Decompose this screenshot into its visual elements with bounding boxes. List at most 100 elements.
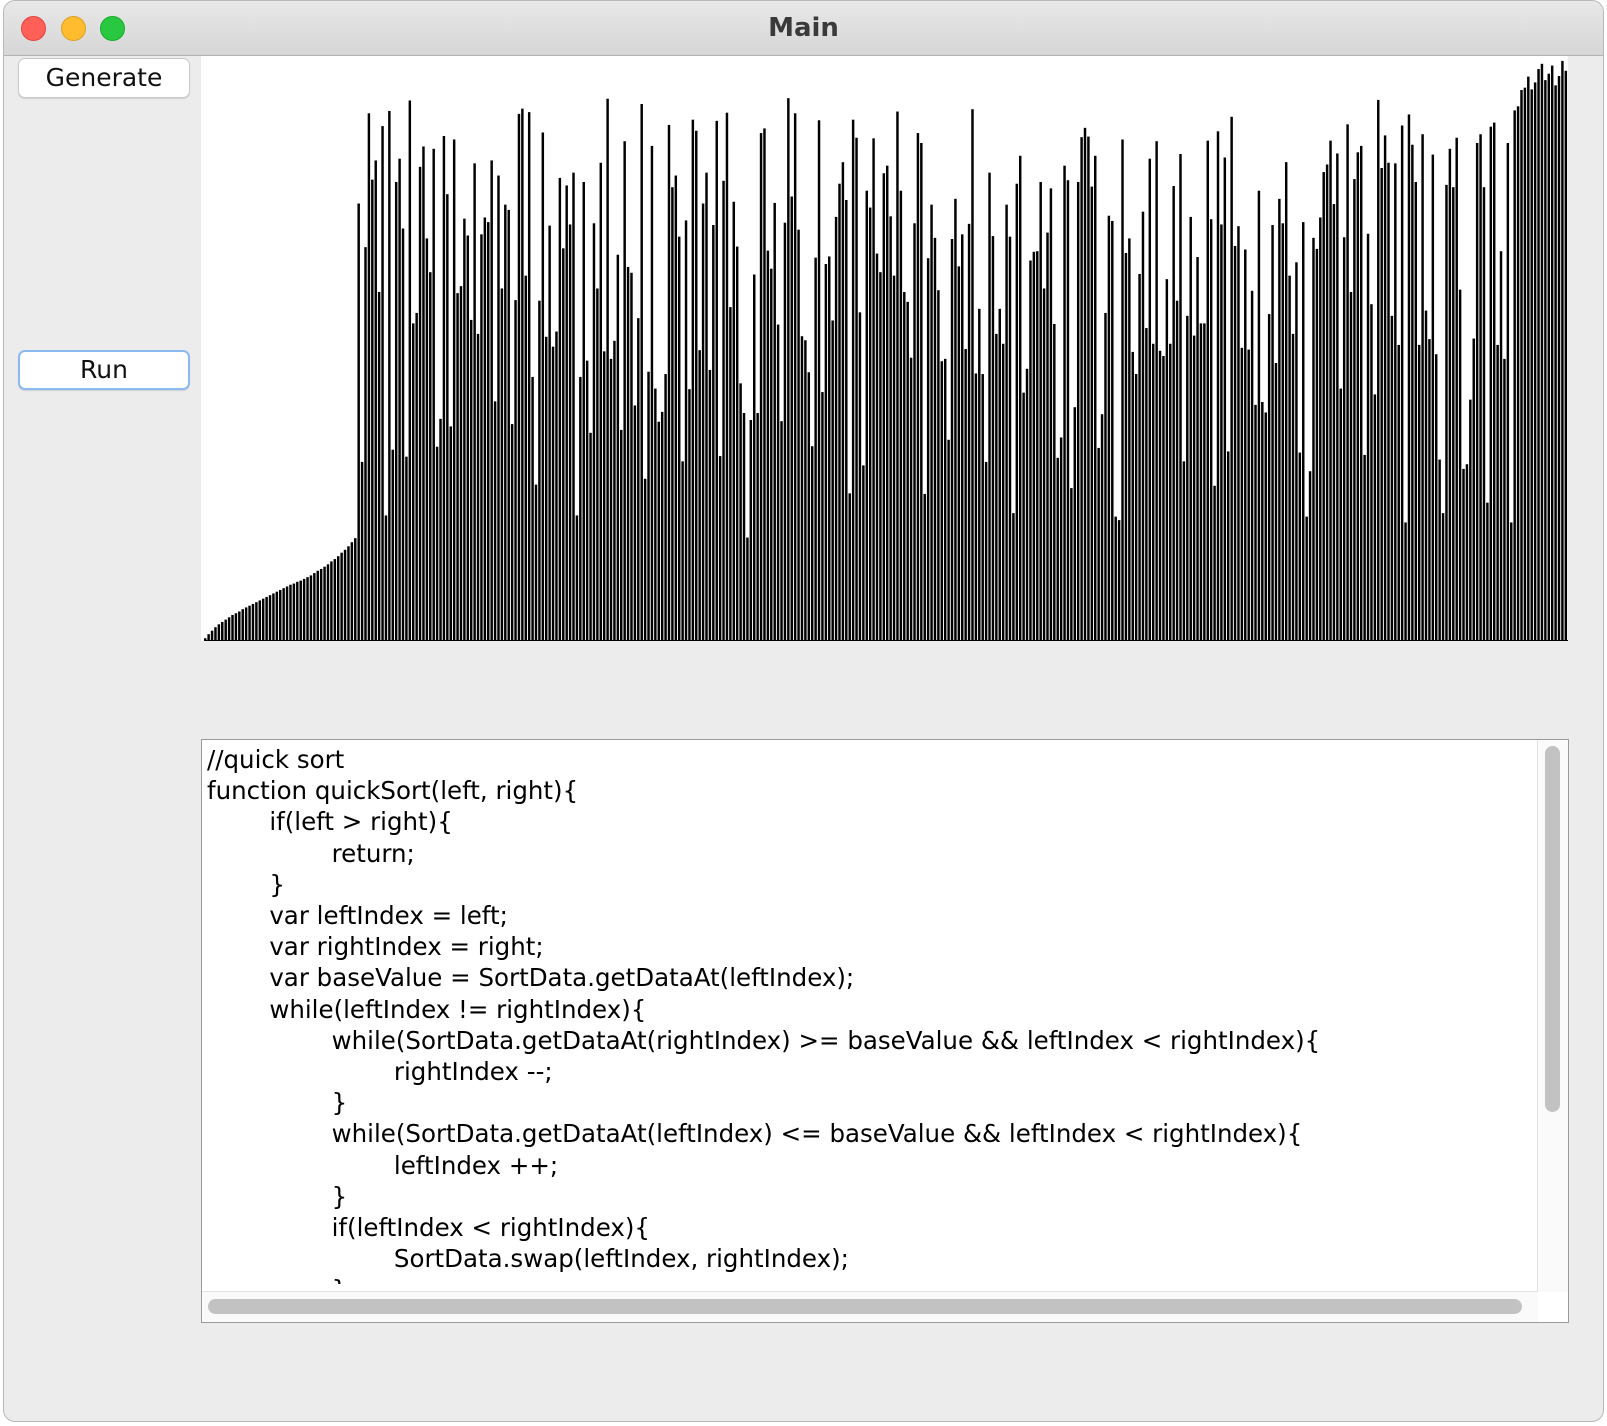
data-bar: [701, 203, 705, 640]
data-bar: [214, 627, 217, 640]
data-bar: [279, 589, 282, 640]
data-bar: [749, 420, 753, 640]
code-line: SortData.swap(leftIndex, rightIndex);: [207, 1244, 849, 1274]
data-bar: [1302, 222, 1305, 640]
data-bar: [1342, 237, 1346, 640]
data-bar: [705, 172, 708, 640]
data-bar: [1356, 152, 1360, 640]
data-bar: [708, 369, 712, 640]
data-bar: [1513, 110, 1516, 640]
data-bar: [654, 388, 657, 640]
data-bar: [449, 426, 452, 640]
data-bar: [599, 162, 603, 640]
data-bar: [998, 308, 1001, 640]
data-bar: [224, 619, 227, 640]
data-bar: [804, 340, 807, 640]
data-bar: [613, 340, 616, 640]
data-bar: [1121, 139, 1124, 640]
data-bar: [732, 201, 736, 640]
data-bar: [217, 624, 221, 640]
data-bar: [793, 113, 797, 641]
data-bar: [1455, 137, 1458, 640]
data-bar: [231, 614, 234, 640]
data-bar: [1090, 186, 1094, 640]
data-bar: [429, 272, 432, 640]
data-bar: [255, 602, 258, 640]
horizontal-scrollbar[interactable]: [202, 1291, 1538, 1322]
data-bar: [347, 546, 350, 640]
vertical-scrollbar-thumb[interactable]: [1545, 746, 1560, 1112]
code-line: var baseValue = SortData.getDataAt(leftI…: [207, 963, 855, 993]
data-bar: [1025, 368, 1029, 640]
data-bar: [364, 247, 367, 640]
data-bar: [1247, 349, 1250, 640]
data-bar: [558, 177, 562, 640]
data-bar: [1452, 187, 1455, 640]
code-line: var leftIndex = left;: [207, 901, 508, 931]
data-bar: [954, 198, 957, 640]
data-bar: [357, 203, 360, 640]
data-bar: [425, 238, 429, 641]
data-bar: [903, 291, 906, 640]
data-bar: [592, 223, 596, 641]
horizontal-scrollbar-thumb[interactable]: [208, 1299, 1522, 1314]
data-bar: [340, 552, 343, 640]
code-editor[interactable]: //quick sort function quickSort(left, rig…: [201, 739, 1569, 1323]
data-bar: [377, 291, 381, 640]
data-bar: [1489, 126, 1493, 641]
data-bar: [1298, 452, 1302, 640]
data-bar: [620, 429, 623, 640]
data-bar: [527, 112, 531, 640]
data-bar: [391, 449, 395, 640]
data-bar: [459, 286, 463, 640]
data-bar: [1431, 154, 1435, 641]
data-bar: [1359, 145, 1363, 640]
data-bar: [807, 372, 811, 640]
code-line: }: [207, 869, 285, 899]
data-bar: [920, 142, 923, 640]
data-bar: [978, 308, 981, 640]
generate-button[interactable]: Generate: [18, 58, 190, 98]
data-bar: [360, 461, 364, 640]
data-bar: [1158, 350, 1162, 640]
data-bar: [1022, 392, 1025, 640]
data-bar: [1169, 343, 1172, 640]
data-bar: [538, 300, 541, 640]
data-bar: [1448, 148, 1452, 640]
data-bar: [1114, 516, 1117, 640]
data-bar: [1199, 323, 1203, 640]
code-line: var rightIndex = right;: [207, 932, 544, 962]
data-bar: [913, 223, 916, 641]
data-bar: [647, 371, 650, 640]
data-bar: [1196, 257, 1199, 640]
data-bar: [313, 573, 316, 640]
data-bar: [541, 132, 545, 640]
data-bar: [446, 194, 449, 640]
data-bar: [1271, 225, 1274, 640]
data-bar: [265, 596, 268, 640]
data-bar: [1036, 251, 1039, 640]
title-bar[interactable]: Main: [4, 1, 1603, 56]
data-bar: [261, 598, 265, 640]
data-bar: [1063, 165, 1066, 641]
data-bar: [868, 207, 872, 640]
data-bar: [333, 559, 337, 640]
data-bar: [296, 581, 299, 640]
code-text-area[interactable]: //quick sort function quickSort(left, rig…: [207, 744, 1533, 1284]
data-bar: [1353, 179, 1356, 640]
data-bar: [1206, 140, 1209, 640]
data-bar: [630, 272, 633, 640]
run-button[interactable]: Run: [18, 350, 190, 390]
data-bar: [1554, 85, 1557, 641]
data-bar: [1076, 181, 1080, 640]
data-bar: [1008, 236, 1012, 641]
data-bar: [579, 376, 582, 640]
data-bar: [862, 465, 865, 640]
vertical-scrollbar[interactable]: [1537, 740, 1568, 1292]
data-bar: [1479, 134, 1482, 640]
data-bar: [1111, 220, 1114, 640]
data-bar: [367, 113, 371, 641]
data-bar: [548, 225, 551, 640]
data-bar: [1227, 451, 1230, 640]
data-bar: [643, 478, 647, 640]
